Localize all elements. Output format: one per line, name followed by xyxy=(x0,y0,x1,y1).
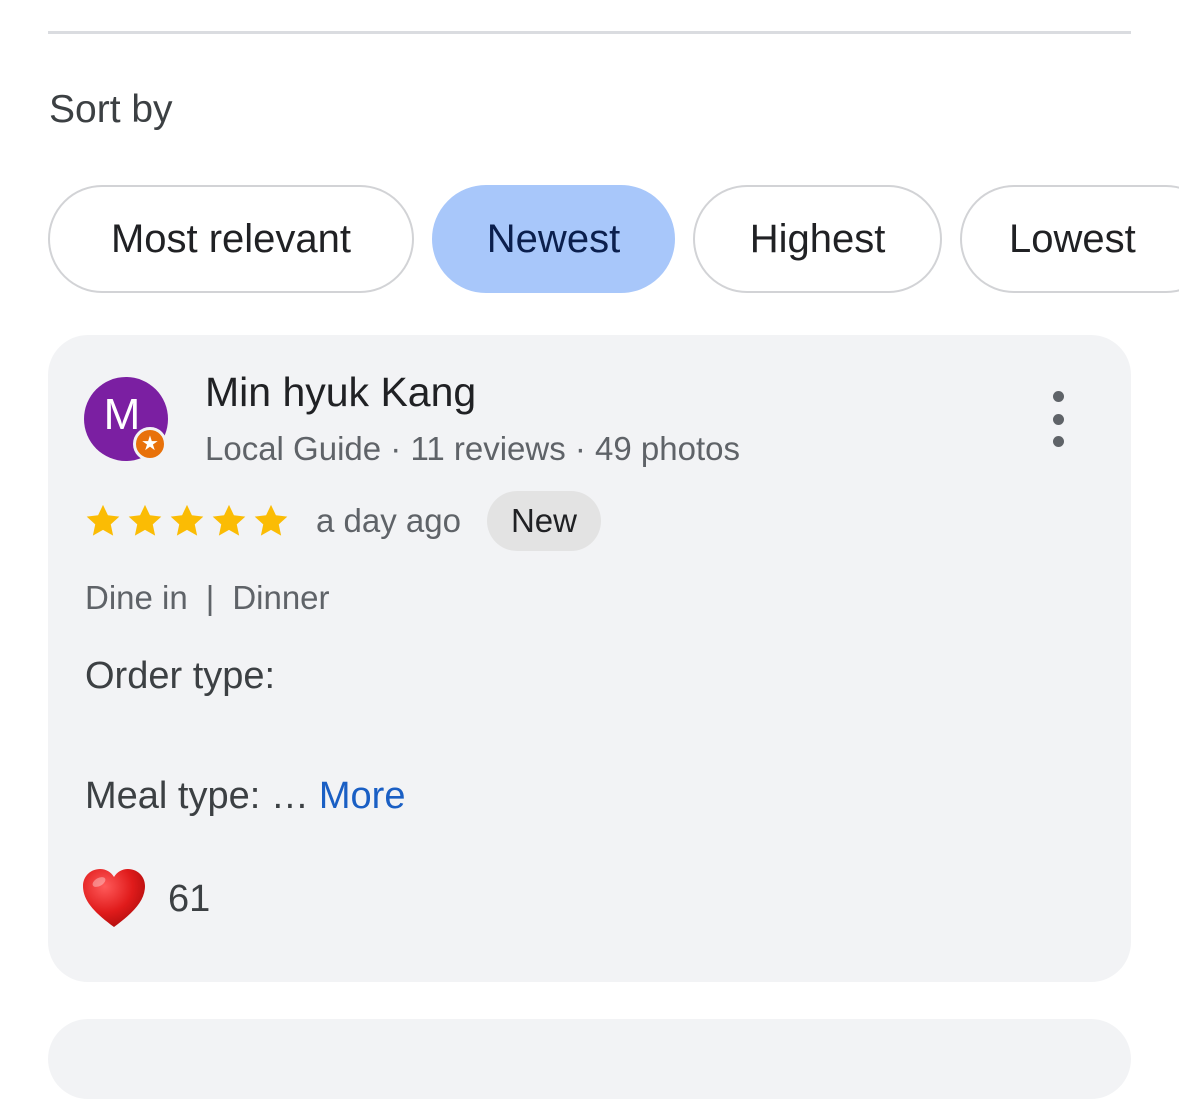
menu-dot xyxy=(1052,436,1064,447)
sort-chip-newest[interactable]: Newest xyxy=(432,185,675,293)
meal-type-label: Meal type: … xyxy=(85,775,309,817)
star-icon xyxy=(86,504,120,536)
review-text-truncated: Meal type: … More xyxy=(85,775,405,818)
menu-dot xyxy=(1052,413,1064,425)
star-icon xyxy=(254,504,288,536)
review-card: M ★ Min hyuk Kang Local Guide · 11 revie… xyxy=(48,335,1131,982)
heart-icon xyxy=(83,869,145,927)
tag-meal-time: Dinner xyxy=(232,579,330,616)
more-link[interactable]: More xyxy=(319,775,406,817)
sort-chip-lowest[interactable]: Lowest xyxy=(960,185,1179,293)
like-count: 61 xyxy=(168,877,211,920)
tag-dine-in: Dine in xyxy=(85,579,188,616)
star-rating xyxy=(84,502,294,540)
more-options-icon[interactable] xyxy=(1040,391,1076,447)
menu-dot xyxy=(1052,391,1064,402)
local-guide-star-icon: ★ xyxy=(133,427,167,461)
review-time: a day ago xyxy=(316,502,461,539)
sort-chip-highest[interactable]: Highest xyxy=(693,185,942,293)
sort-by-label: Sort by xyxy=(49,88,173,131)
top-divider xyxy=(48,31,1131,34)
reviewer-meta[interactable]: Local Guide · 11 reviews · 49 photos xyxy=(205,430,740,468)
star-icon xyxy=(128,504,162,536)
visit-tags: Dine in | Dinner xyxy=(85,579,330,617)
like-reaction[interactable]: 61 xyxy=(81,867,210,931)
rating-row: a day ago New xyxy=(84,491,601,551)
order-type-label: Order type: xyxy=(85,655,276,697)
star-icon xyxy=(170,504,204,536)
reviewer-name[interactable]: Min hyuk Kang xyxy=(205,369,476,416)
tag-separator: | xyxy=(205,579,215,616)
avatar-letter: M xyxy=(103,390,141,439)
next-review-card xyxy=(48,1019,1131,1099)
new-badge: New xyxy=(486,491,601,551)
star-icon xyxy=(212,504,246,536)
sort-chip-most-relevant[interactable]: Most relevant xyxy=(48,185,414,293)
